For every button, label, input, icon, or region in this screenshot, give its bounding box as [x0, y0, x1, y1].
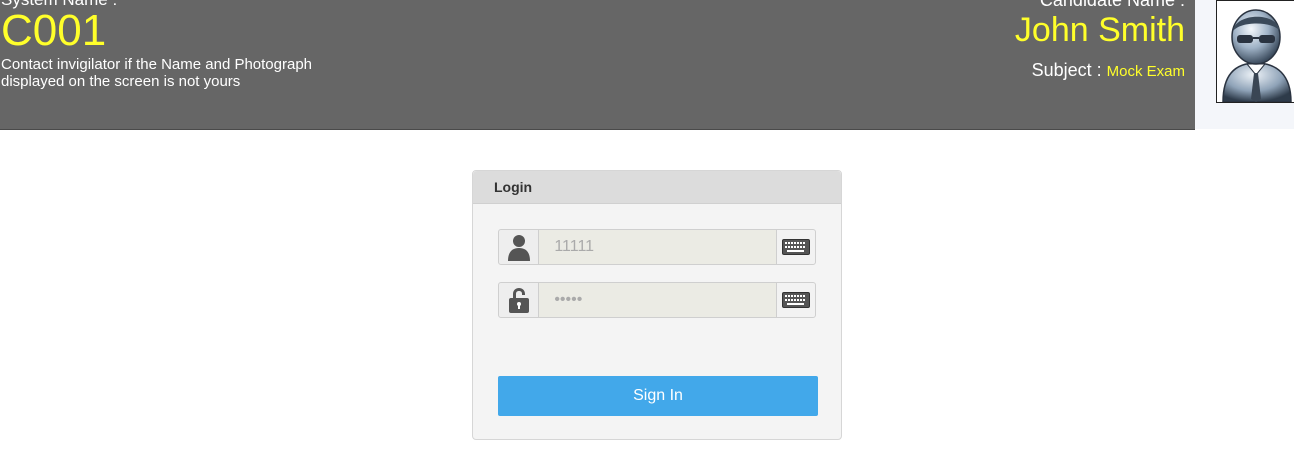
candidate-photo — [1216, 0, 1294, 103]
header-bar: System Name : C001 Contact invigilator i… — [0, 0, 1195, 130]
lock-icon — [498, 282, 540, 318]
contact-note: Contact invigilator if the Name and Phot… — [1, 56, 313, 90]
username-input[interactable] — [539, 229, 777, 265]
password-keyboard-icon[interactable] — [776, 282, 816, 318]
subject-row: Subject : Mock Exam — [1032, 60, 1185, 81]
username-group — [498, 229, 816, 265]
system-name-value: C001 — [1, 6, 107, 55]
subject-label: Subject : — [1031, 60, 1102, 80]
user-icon — [498, 229, 540, 265]
password-input[interactable] — [539, 282, 777, 318]
username-keyboard-icon[interactable] — [776, 229, 816, 265]
login-heading: Login — [473, 171, 841, 204]
photo-panel — [1195, 0, 1294, 129]
sign-in-button[interactable]: Sign In — [498, 376, 818, 416]
candidate-avatar-icon — [1222, 9, 1292, 102]
subject-value: Mock Exam — [1106, 63, 1185, 80]
login-panel: Login 11111 ••••• Sign In — [472, 170, 842, 440]
candidate-name-value: John Smith — [1014, 11, 1185, 49]
password-group — [498, 282, 816, 318]
